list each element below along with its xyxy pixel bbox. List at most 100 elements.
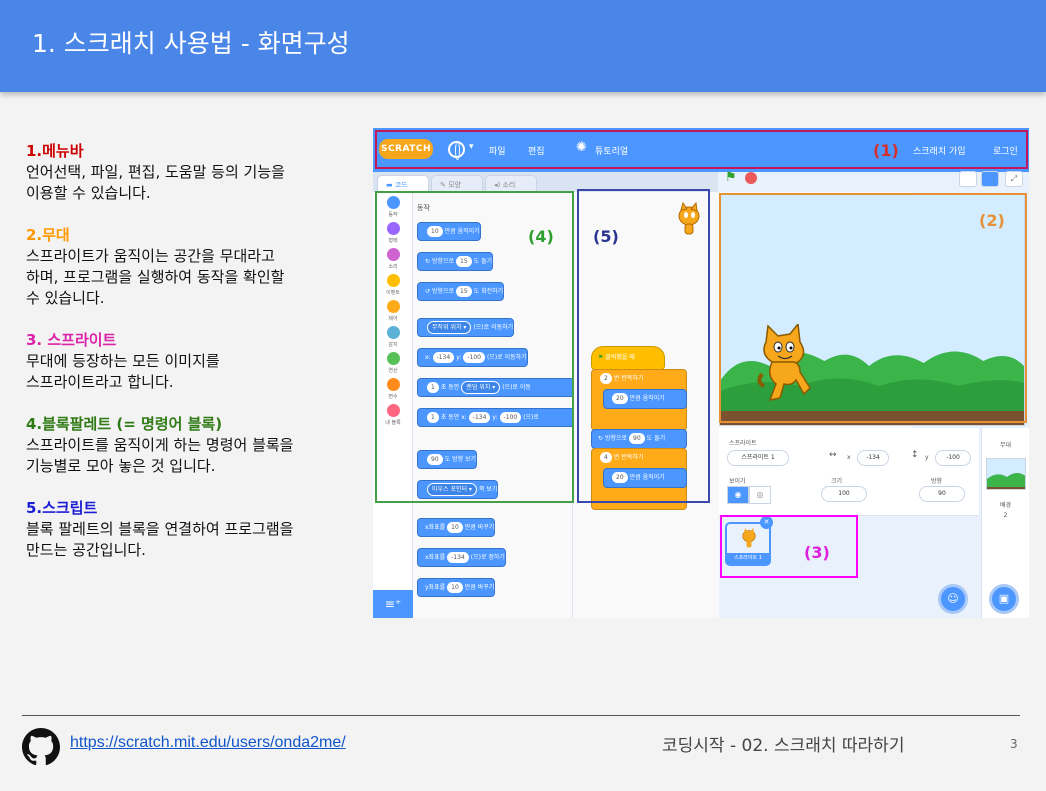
slide-title: 1. 스크래치 사용법 - 화면구성 [32, 29, 350, 58]
category-dot [386, 326, 400, 339]
hide-eye-icon[interactable]: ◎ [749, 486, 771, 504]
category-sensing[interactable]: 감지 [373, 326, 413, 348]
block-point-towards[interactable]: 마우스 포인터 ▾ 쪽 보기 [417, 480, 499, 499]
section-heading: 1.메뉴바 [26, 142, 84, 160]
tab-sound[interactable]: ◂) 소리 [485, 175, 537, 192]
sprite-info-panel: 스프라이트 스프라이트 1 ↔ x -134 ↕ y -100 보이기 ◉ ◎ … [719, 428, 979, 516]
show-eye-icon[interactable]: ◉ [727, 486, 749, 504]
annotation-label-4: (4) [528, 227, 554, 246]
block-move-steps[interactable]: 10 만큼 움직이기 [417, 222, 481, 241]
category-sound[interactable]: 소리 [373, 248, 413, 270]
section-line: 하며, 프로그램을 실행하여 동작을 확인할 [26, 268, 285, 286]
menu-login[interactable]: 로그인 [993, 144, 1018, 157]
y-label: y [925, 454, 929, 461]
block-point-direction[interactable]: 90 도 방향 보기 [417, 450, 478, 469]
section-line: 기능별로 모아 놓은 것 입니다. [26, 457, 216, 475]
section-line: 만드는 공간입니다. [26, 541, 146, 559]
trash-icon[interactable]: ✕ [760, 516, 773, 529]
category-variables[interactable]: 변수 [373, 378, 413, 400]
section-script: 5.스크립트 블록 팔레트의 블록을 연결하여 프로그램을 만드는 공간입니다. [26, 498, 356, 561]
menu-tutorial[interactable]: 튜토리얼 [595, 144, 628, 157]
choose-sprite-button[interactable]: ☺ [938, 584, 968, 614]
section-heading: 5.스크립트 [26, 499, 98, 517]
script-turn-90[interactable]: ↻ 방향으로 90 도 돌기 [591, 429, 687, 449]
block-glide-xy[interactable]: 1초 동안 x: -134 y: -100 (으)로 [417, 408, 572, 427]
category-motion[interactable]: 동작 [373, 196, 413, 218]
annotation-label-2: (2) [979, 211, 1005, 230]
code-icon: ▬ [386, 181, 395, 189]
title-bar: 1. 스크래치 사용법 - 화면구성 [0, 0, 1046, 92]
scratch-menubar: SCRATCH ▾ 파일 편집 ✺ 튜토리얼 스크래치 가입 로그인 [373, 128, 1029, 172]
block-change-x[interactable]: x좌표를 10 만큼 바꾸기 [417, 518, 496, 537]
x-arrow-icon: ↔ [829, 450, 837, 460]
editor-tabs: ▬ 코드 ✎ 모양 ◂) 소리 [373, 172, 718, 192]
category-events[interactable]: 이벤트 [373, 274, 413, 296]
script-when-flag-clicked[interactable]: ⚑ 클릭했을 때 [591, 346, 665, 370]
ground [720, 411, 1024, 425]
y-arrow-icon: ↕ [911, 450, 919, 460]
block-glide-random[interactable]: 1초 동안 랜덤 위치 ▾ (으)로 이동 [417, 378, 572, 397]
script-move-20-b[interactable]: 20 만큼 움직이기 [603, 468, 687, 488]
add-extension-button[interactable]: ≡⁺ [373, 590, 413, 618]
section-heading: 4.블록팔레트 (= 명령어 블록) [26, 415, 223, 433]
category-dot [386, 248, 400, 261]
sprite-tile-label: 스프라이트 1 [727, 553, 769, 564]
chevron-down-icon: ▾ [469, 142, 474, 152]
size-field[interactable]: 100 [821, 486, 867, 502]
lightbulb-icon: ✺ [576, 140, 587, 155]
cat-thumbnail-icon [742, 528, 756, 548]
menu-join[interactable]: 스크래치 가입 [913, 144, 966, 157]
category-dot [386, 378, 400, 391]
github-icon[interactable] [22, 728, 60, 766]
script-move-20-a[interactable]: 20 만큼 움직이기 [603, 389, 687, 409]
small-stage-button[interactable] [959, 171, 977, 187]
block-set-x[interactable]: x좌표를 -134 (으)로 정하기 [417, 548, 506, 567]
backdrop-thumbnail [986, 458, 1026, 490]
section-heading: 2.무대 [26, 226, 70, 244]
globe-icon[interactable] [448, 141, 465, 160]
normal-stage-button[interactable] [981, 171, 999, 187]
menu-edit[interactable]: 편집 [528, 144, 545, 157]
block-turn-left[interactable]: ↺ 방향으로 15 도 회전하기 [417, 282, 505, 301]
tab-costume[interactable]: ✎ 모양 [431, 175, 483, 192]
scratch-logo[interactable]: SCRATCH [379, 139, 433, 159]
green-flag-icon[interactable]: ⚑ [725, 170, 737, 185]
stage-pane-title: 무대 [999, 442, 1012, 449]
category-dot [386, 274, 400, 287]
fullscreen-icon[interactable]: ⤢ [1005, 171, 1023, 187]
stop-icon[interactable] [745, 172, 757, 184]
category-dot [386, 196, 400, 209]
sprite-name-field[interactable]: 스프라이트 1 [727, 450, 789, 466]
sprite-thumbnail-icon [678, 202, 700, 235]
category-control[interactable]: 제어 [373, 300, 413, 322]
choose-backdrop-button[interactable]: ▣ [989, 584, 1019, 614]
category-looks[interactable]: 형태 [373, 222, 413, 244]
scratch-cat-sprite[interactable] [756, 324, 812, 404]
section-line: 수 있습니다. [26, 289, 105, 307]
section-heading: 3. 스프라이트 [26, 331, 117, 349]
section-menubar: 1.메뉴바 언어선택, 파일, 편집, 도움말 등의 기능을 이용할 수 있습니… [26, 141, 356, 204]
block-goto-xy[interactable]: x: -134 y: -100 (으)로 이동하기 [417, 348, 528, 367]
category-menu: 동작 형태 소리 이벤트 제어 감지 연산 변수 내 블록 [373, 192, 413, 618]
direction-field[interactable]: 90 [919, 486, 965, 502]
annotation-label-5: (5) [593, 227, 619, 246]
section-palette: 4.블록팔레트 (= 명령어 블록) 스프라이트를 움직이게 하는 명령어 블록… [26, 414, 356, 477]
section-line: 스프라이트가 움직이는 공간을 무대라고 [26, 247, 275, 265]
size-label: 크기 [831, 478, 843, 485]
block-turn-right[interactable]: ↻ 방향으로 15 도 돌기 [417, 252, 494, 271]
category-operators[interactable]: 연산 [373, 352, 413, 374]
block-goto-random[interactable]: 무작위 위치 ▾ (으)로 이동하기 [417, 318, 515, 337]
footer-course-title: 코딩시작 - 02. 스크래치 따라하기 [662, 736, 905, 756]
category-my-blocks[interactable]: 내 블록 [373, 404, 413, 426]
profile-link[interactable]: https://scratch.mit.edu/users/onda2me/ [70, 734, 346, 752]
description-panel: 1.메뉴바 언어선택, 파일, 편집, 도움말 등의 기능을 이용할 수 있습니… [26, 141, 356, 582]
menu-file[interactable]: 파일 [489, 144, 506, 157]
block-change-y[interactable]: y좌표를 10 만큼 바꾸기 [417, 578, 496, 597]
tab-code[interactable]: ▬ 코드 [377, 175, 429, 192]
x-field[interactable]: -134 [857, 450, 889, 466]
backdrops-count: 2 [1003, 512, 1008, 519]
y-field[interactable]: -100 [935, 450, 971, 466]
section-line: 무대에 등장하는 모든 이미지를 [26, 352, 220, 370]
backdrops-label: 배경 [999, 502, 1012, 509]
scratch-editor-screenshot: SCRATCH ▾ 파일 편집 ✺ 튜토리얼 스크래치 가입 로그인 ▬ 코드 … [373, 128, 1029, 618]
